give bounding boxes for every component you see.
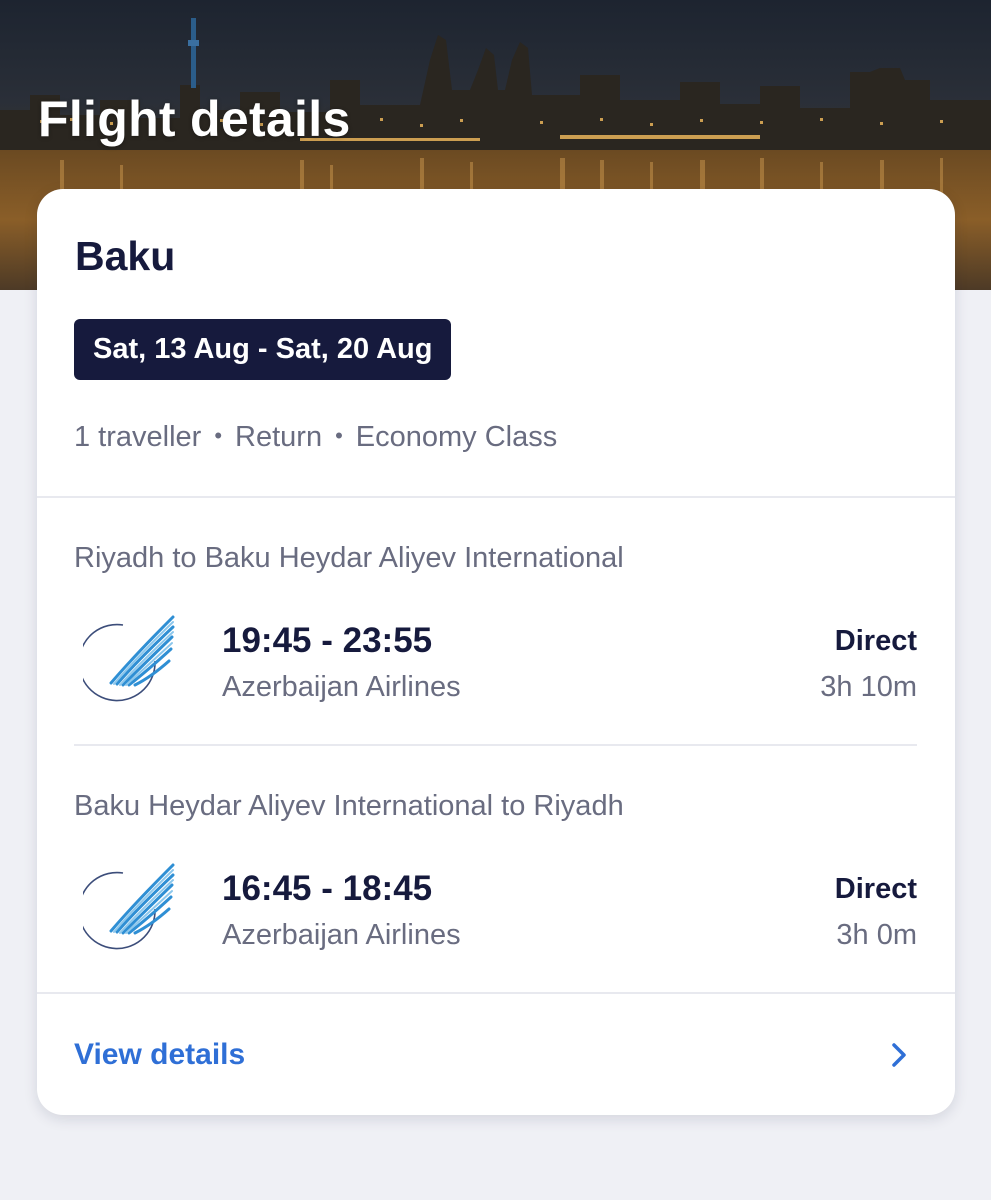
flight-route: Riyadh to Baku Heydar Aliyev Internation…: [74, 542, 624, 574]
flight-duration: 3h 10m: [820, 671, 917, 703]
airline-name: Azerbaijan Airlines: [222, 671, 461, 703]
trip-dates-badge: Sat, 13 Aug - Sat, 20 Aug: [74, 319, 452, 380]
travellers-count: 1 traveller: [74, 421, 202, 453]
flight-stops: Direct: [834, 625, 917, 657]
section-divider: [37, 496, 955, 498]
chevron-right-icon: [892, 1043, 906, 1067]
airline-name: Azerbaijan Airlines: [222, 919, 461, 951]
azerbaijan-airlines-logo-icon: [78, 861, 175, 953]
trip-type: Return: [235, 421, 323, 453]
trip-meta: 1 traveller • Return • Economy Class: [74, 421, 557, 454]
flight-duration: 3h 0m: [836, 919, 917, 951]
flight-times: 16:45 - 18:45: [222, 869, 433, 908]
flight-stops: Direct: [834, 873, 917, 905]
view-details-label: View details: [74, 1038, 246, 1071]
trip-summary-card: Baku Sat, 13 Aug - Sat, 20 Aug 1 travell…: [37, 189, 955, 1115]
azerbaijan-airlines-logo-icon: [78, 613, 175, 705]
destination-title: Baku: [75, 233, 176, 279]
flight-times: 19:45 - 23:55: [222, 621, 433, 660]
page-title: Flight details: [38, 91, 351, 147]
view-details-button[interactable]: View details: [37, 994, 955, 1115]
flight-route: Baku Heydar Aliyev International to Riya…: [74, 790, 624, 822]
segment-divider: [74, 744, 917, 746]
cabin-class: Economy Class: [355, 421, 558, 453]
separator-dot: •: [214, 423, 223, 448]
separator-dot: •: [335, 423, 343, 448]
